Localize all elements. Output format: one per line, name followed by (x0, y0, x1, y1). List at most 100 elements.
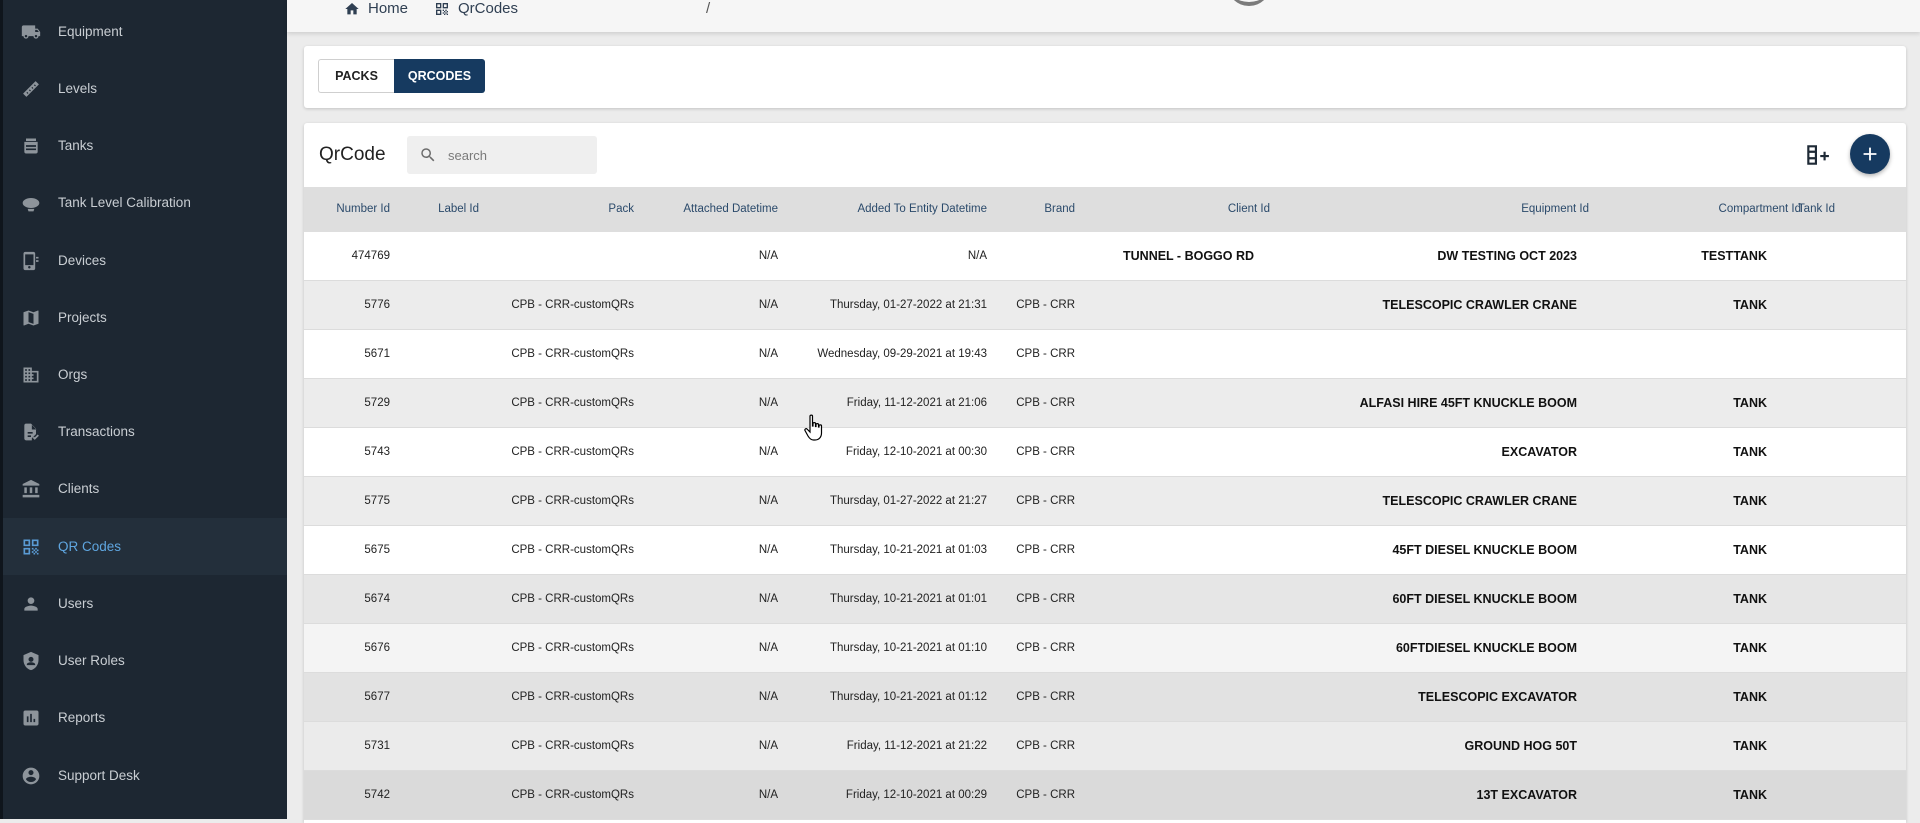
sidebar-item-reports[interactable]: Reports (3, 689, 287, 746)
cell-added: Wednesday, 09-29-2021 at 19:43 (817, 348, 987, 360)
sidebar-item-support-desk[interactable]: Support Desk (3, 747, 287, 804)
breadcrumb-current: QrCodes (434, 0, 518, 17)
column-header-client-id[interactable]: Client Id (1228, 187, 1270, 232)
add-column-icon[interactable] (1804, 142, 1830, 168)
sidebar-item-transactions[interactable]: Transactions (3, 403, 287, 460)
plus-icon (1863, 147, 1877, 161)
cell-pack: CPB - CRR-customQRs (511, 740, 634, 752)
blimp-icon (20, 192, 42, 214)
shield-icon (20, 650, 42, 672)
table-row[interactable]: 5729 CPB - CRR-customQRs N/A Friday, 11-12-… (304, 379, 1906, 428)
cell-added: Thursday, 10-21-2021 at 01:10 (829, 642, 987, 654)
cell-brand: CPB - CRR (1016, 691, 1075, 703)
bank-icon (20, 478, 42, 500)
top-bar: Home / QrCodes (287, 0, 1920, 32)
cell-pack: CPB - CRR-customQRs (511, 397, 634, 409)
cell-compartment: TANK (1733, 543, 1767, 557)
cell-number-id: 5675 (364, 544, 390, 556)
cell-brand: CPB - CRR (1016, 642, 1075, 654)
cell-pack: CPB - CRR-customQRs (511, 691, 634, 703)
column-header-attached-datetime[interactable]: Attached Datetime (683, 187, 778, 232)
cell-added: Friday, 11-12-2021 at 21:22 (846, 740, 987, 752)
table-row[interactable]: 5731 CPB - CRR-customQRs N/A Friday, 11-12-… (304, 722, 1906, 771)
cell-number-id: 5776 (364, 299, 390, 311)
cell-client: TUNNEL - BOGGO RD (1123, 249, 1255, 263)
table-row[interactable]: 5743 CPB - CRR-customQRs N/A Friday, 12-10-… (304, 428, 1906, 477)
table-row[interactable]: 474769 N/A N/A TUNNEL - BOGGO RD DW TESTING … (304, 232, 1906, 281)
column-header-equipment-id[interactable]: Equipment Id (1521, 187, 1589, 232)
table-row[interactable]: 5671 CPB - CRR-customQRs N/A Wednesday, 09-… (304, 330, 1906, 379)
table-row[interactable]: 5677 CPB - CRR-customQRs N/A Thursday, 10-2… (304, 673, 1906, 722)
table-row[interactable]: 5675 CPB - CRR-customQRs N/A Thursday, 10-2… (304, 526, 1906, 575)
sidebar-item-equipment[interactable]: Equipment (3, 3, 287, 60)
cell-equipment: TELESCOPIC CRAWLER CRANE (1382, 494, 1577, 508)
cell-number-id: 5671 (364, 348, 390, 360)
sidebar-item-levels[interactable]: Levels (3, 60, 287, 117)
cell-compartment: TANK (1733, 494, 1767, 508)
search-input[interactable] (446, 146, 590, 164)
cell-brand: CPB - CRR (1016, 299, 1075, 311)
cell-added: Thursday, 10-21-2021 at 01:12 (829, 691, 987, 703)
cell-number-id: 5731 (364, 740, 390, 752)
column-header-added-to-entity-datetime[interactable]: Added To Entity Datetime (857, 187, 987, 232)
column-header-label-id[interactable]: Label Id (438, 187, 479, 232)
qrcode-icon (20, 536, 42, 558)
cell-pack: CPB - CRR-customQRs (511, 642, 634, 654)
qrcode-icon (436, 2, 448, 15)
column-header-compartment-id[interactable]: Compartment Id (1719, 187, 1801, 232)
cell-compartment: TANK (1733, 592, 1767, 606)
sidebar-item-label: Users (58, 596, 94, 611)
sidebar-item-label: Equipment (58, 24, 123, 39)
sidebar-item-projects[interactable]: Projects (3, 289, 287, 346)
cell-pack: CPB - CRR-customQRs (511, 544, 634, 556)
ruler-icon (20, 78, 42, 100)
cell-attached: N/A (758, 299, 778, 311)
sidebar-item-label: Projects (58, 310, 107, 325)
table-row[interactable]: 5676 CPB - CRR-customQRs N/A Thursday, 10-2… (304, 624, 1906, 673)
sidebar-item-devices[interactable]: Devices (3, 232, 287, 289)
cell-brand: CPB - CRR (1016, 348, 1075, 360)
column-header-pack[interactable]: Pack (608, 187, 634, 232)
cell-pack: CPB - CRR-customQRs (511, 299, 634, 311)
sidebar-item-qr-codes[interactable]: QR Codes (3, 518, 287, 575)
column-header-number-id[interactable]: Number Id (336, 187, 390, 232)
column-header-tank-id[interactable]: Tank Id (1798, 187, 1835, 232)
cell-pack: CPB - CRR-customQRs (511, 789, 634, 801)
cell-added: N/A (967, 250, 987, 262)
cell-equipment: DW TESTING OCT 2023 (1437, 249, 1577, 263)
cell-attached: N/A (758, 593, 778, 605)
building-icon (20, 364, 42, 386)
breadcrumb-current-label: QrCodes (458, 0, 519, 17)
sidebar-item-tank-level-calibration[interactable]: Tank Level Calibration (3, 174, 287, 231)
map-icon (20, 307, 42, 329)
tab-packs[interactable]: PACKS (318, 59, 394, 93)
tab-qrcodes[interactable]: QRCODES (394, 59, 485, 93)
sidebar-item-label: User Roles (58, 653, 125, 668)
cell-attached: N/A (758, 642, 778, 654)
table-header: Number Id Label Id Pack Attached Datetime Ad… (304, 187, 1906, 232)
cell-attached: N/A (758, 691, 778, 703)
sidebar-item-clients[interactable]: Clients (3, 460, 287, 517)
logo-icon (1227, 0, 1271, 6)
cell-attached: N/A (758, 348, 778, 360)
breadcrumb-home[interactable]: Home (344, 0, 408, 17)
sidebar-item-orgs[interactable]: Orgs (3, 346, 287, 403)
table-row[interactable]: 5776 CPB - CRR-customQRs N/A Thursday, 01-2… (304, 281, 1906, 330)
page-title: QrCode (319, 144, 386, 165)
column-header-brand[interactable]: Brand (1044, 187, 1075, 232)
cell-pack: CPB - CRR-customQRs (511, 495, 634, 507)
sidebar-item-user-roles[interactable]: User Roles (3, 632, 287, 689)
cell-added: Friday, 11-12-2021 at 21:06 (846, 397, 987, 409)
sidebar-item-tanks[interactable]: Tanks (3, 117, 287, 174)
table-row[interactable]: 5742 CPB - CRR-customQRs N/A Friday, 12-10-… (304, 771, 1906, 820)
cell-attached: N/A (758, 446, 778, 458)
cell-added: Friday, 12-10-2021 at 00:29 (845, 789, 987, 801)
add-qrcode-button[interactable] (1850, 134, 1890, 174)
table-row[interactable]: 5674 CPB - CRR-customQRs N/A Thursday, 10-2… (304, 575, 1906, 624)
search-box[interactable] (407, 136, 597, 174)
sidebar-item-label: Clients (58, 481, 100, 496)
tank-icon (20, 135, 42, 157)
table-row[interactable]: 5775 CPB - CRR-customQRs N/A Thursday, 01-2… (304, 477, 1906, 526)
home-icon (345, 2, 359, 14)
sidebar-item-users[interactable]: Users (3, 575, 287, 632)
